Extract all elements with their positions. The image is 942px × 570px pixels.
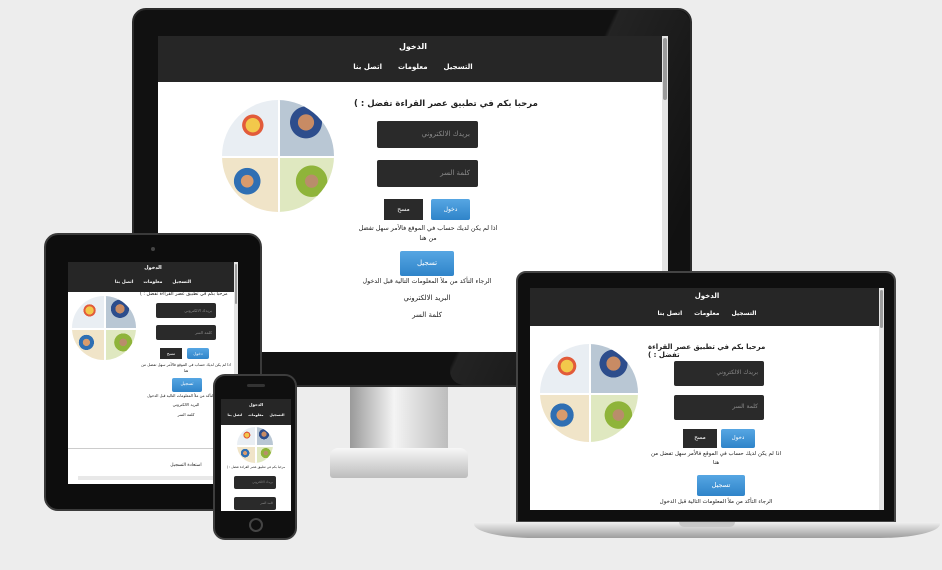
password-input[interactable]: كلمة السر — [377, 160, 478, 187]
email-input[interactable]: بريدك الالكتروني — [377, 121, 478, 148]
tablet-navbar: الدخول التسجيل معلومات اتصل بنا — [68, 262, 238, 292]
tablet-login-button[interactable]: دخول — [187, 348, 209, 359]
register-button[interactable]: تسجيل — [400, 251, 454, 276]
welcome-heading: مرحبا بكم في تطبيق عصر القراءة تفضل : ) — [354, 99, 538, 109]
email-label: البريد الالكتروني — [403, 294, 451, 302]
laptop-login-button[interactable]: دخول — [721, 429, 755, 448]
monitor-base — [330, 448, 468, 478]
nav-item-register[interactable]: التسجيل — [444, 63, 473, 71]
laptop-no-account-text: اذا لم يكن لديك حساب في الموقع فالأمر سه… — [650, 451, 782, 466]
phone-children-image — [237, 427, 273, 463]
check-info-text: الرجاء التأكد من ملأ المعلومات التالية ق… — [362, 278, 492, 285]
laptop-nav-item-info[interactable]: معلومات — [694, 310, 719, 317]
tablet-nav-menu: التسجيل معلومات اتصل بنا — [68, 280, 238, 285]
tablet-no-account-text: اذا لم يكن لديك حساب في الموقع فالأمر سه… — [141, 362, 231, 373]
laptop-register-button[interactable]: تسجيل — [697, 475, 745, 496]
laptop-nav-item-contact[interactable]: اتصل بنا — [658, 310, 683, 317]
laptop-brand-link[interactable]: الدخول — [530, 288, 884, 300]
tablet-welcome-heading: مرحبا بكم في تطبيق عصر القراءة تفضل : ) — [140, 292, 228, 297]
phone-screen: الدخول التسجيل معلومات اتصل بنا مرحبا بك… — [221, 399, 291, 511]
phone-nav-item-register[interactable]: التسجيل — [269, 413, 284, 417]
no-account-text: اذا لم يكن لديك حساب في الموقع فالأمر سه… — [358, 225, 498, 242]
nav-item-contact[interactable]: اتصل بنا — [353, 63, 382, 71]
tablet-clear-button[interactable]: مسح — [160, 348, 182, 359]
brand-link[interactable]: الدخول — [158, 36, 668, 51]
tablet-nav-item-register[interactable]: التسجيل — [172, 280, 191, 285]
phone-password-input[interactable]: كلمة السر — [234, 497, 276, 510]
laptop-nav-item-register[interactable]: التسجيل — [731, 310, 756, 317]
laptop-welcome-heading: مرحبا بكم في تطبيق عصر القراءة تفضل : ) — [648, 343, 766, 359]
laptop-password-input[interactable]: كلمة السر — [674, 395, 764, 420]
phone-nav-menu: التسجيل معلومات اتصل بنا — [221, 413, 291, 417]
tablet-brand-link[interactable]: الدخول — [68, 262, 238, 271]
tablet-register-button[interactable]: تسجيل — [172, 378, 202, 392]
phone-brand-link[interactable]: الدخول — [221, 399, 291, 407]
tablet-email-input[interactable]: بريدك الالكتروني — [156, 303, 216, 318]
password-label: كلمة السر — [412, 311, 442, 319]
children-reading-image — [222, 100, 334, 212]
login-button[interactable]: دخول — [431, 199, 470, 220]
phone-welcome-heading: مرحبا بكم في تطبيق عصر القراءة تفضل : ) — [226, 465, 286, 469]
laptop-check-info-text: الرجاء التأكد من ملأ المعلومات التالية ق… — [659, 499, 773, 505]
navbar: الدخول التسجيل معلومات اتصل بنا — [158, 36, 668, 82]
laptop-children-image — [540, 344, 638, 442]
tablet-password-input[interactable]: كلمة السر — [156, 325, 216, 340]
phone-nav-item-info[interactable]: معلومات — [248, 413, 263, 417]
phone-navbar: الدخول التسجيل معلومات اتصل بنا — [221, 399, 291, 425]
laptop-nav-menu: التسجيل معلومات اتصل بنا — [530, 310, 884, 317]
phone-nav-item-contact[interactable]: اتصل بنا — [228, 413, 243, 417]
laptop-clear-button[interactable]: مسح — [683, 429, 717, 448]
tablet-nav-item-contact[interactable]: اتصل بنا — [115, 280, 133, 285]
responsive-mockup: الدخول التسجيل معلومات اتصل بنا مرحبا بك… — [0, 0, 942, 570]
laptop-email-input[interactable]: بريدك الالكتروني — [674, 361, 764, 386]
laptop-navbar: الدخول التسجيل معلومات اتصل بنا — [530, 288, 884, 326]
nav-item-info[interactable]: معلومات — [398, 63, 428, 71]
tablet-children-image — [72, 296, 136, 360]
clear-button[interactable]: مسح — [384, 199, 423, 220]
nav-menu: التسجيل معلومات اتصل بنا — [158, 63, 668, 71]
laptop-scrollbar[interactable] — [879, 288, 884, 510]
phone-email-input[interactable]: بريدك الالكتروني — [234, 476, 276, 489]
home-button[interactable] — [249, 518, 263, 532]
laptop-base — [474, 522, 940, 538]
monitor-stand — [350, 387, 448, 449]
laptop-screen: الدخول التسجيل معلومات اتصل بنا مرحبا بك… — [530, 288, 884, 510]
tablet-nav-item-info[interactable]: معلومات — [143, 280, 162, 285]
